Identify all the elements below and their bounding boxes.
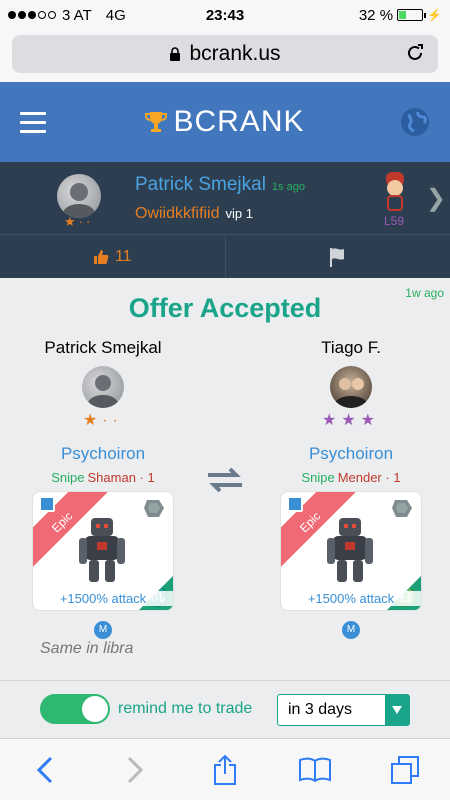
class-label: Mender · 1 xyxy=(337,470,401,485)
thumbs-up-icon xyxy=(93,249,109,264)
url-text: bcrank.us xyxy=(189,42,281,65)
offer-title: Offer Accepted xyxy=(128,293,322,323)
monster-image xyxy=(79,518,125,582)
share-button[interactable] xyxy=(205,750,245,790)
rank-stars: ★·· xyxy=(64,214,94,229)
action-row: 11 xyxy=(0,234,450,278)
monster-name[interactable]: Psychoiron xyxy=(276,444,426,464)
tabs-button[interactable] xyxy=(385,750,425,790)
remind-label: remind me to trade xyxy=(118,700,253,717)
network-type: 4G xyxy=(105,6,126,24)
brand-logo[interactable]: BCRANK xyxy=(0,105,450,139)
player-name[interactable]: Patrick Smejkal xyxy=(28,338,178,358)
monster-name[interactable]: Psychoiron xyxy=(28,444,178,464)
like-count: 11 xyxy=(114,247,132,265)
card-icon xyxy=(39,496,55,512)
activity-user-strip[interactable]: ★·· Patrick Smejkal 1s ago Owiidkkfifiid v… xyxy=(0,162,450,234)
monster-card[interactable]: Epic ♏ +1500% attack xyxy=(32,491,174,611)
avatar[interactable] xyxy=(82,366,124,408)
trophy-icon xyxy=(145,112,168,132)
remind-interval-value: in 3 days xyxy=(288,701,353,718)
monster-class: Snipe Mender · 1 xyxy=(276,470,426,485)
lock-icon xyxy=(170,46,181,61)
offer-panel: 1w ago Offer Accepted Patrick Smejkal ★·… xyxy=(0,278,450,680)
remind-toggle[interactable] xyxy=(40,694,110,724)
monster-image xyxy=(327,518,373,582)
back-button[interactable] xyxy=(25,750,65,790)
reload-icon[interactable] xyxy=(404,42,426,64)
browser-chrome: bcrank.us xyxy=(0,30,450,82)
offer-right-side: Tiago F. ★★★ Psychoiron Snipe Mender · 1 … xyxy=(276,338,426,639)
player-stars: ★★★ xyxy=(321,412,381,429)
carrier-name: 3 AT xyxy=(62,6,92,24)
element-icon xyxy=(144,500,164,517)
charging-icon: ⚡ xyxy=(427,8,442,22)
share-icon xyxy=(214,754,236,785)
remind-row: remind me to trade in 3 days xyxy=(0,680,450,737)
chevron-left-icon xyxy=(37,756,53,783)
player-stars: ★·· xyxy=(83,412,123,429)
attack-bonus: +1500% attack xyxy=(281,591,421,606)
player-name[interactable]: Tiago F. xyxy=(276,338,426,358)
user-name[interactable]: Patrick Smejkal 1s ago xyxy=(135,174,305,196)
monster-card[interactable]: Epic ♎ +1500% attack xyxy=(280,491,422,611)
swap-icon xyxy=(208,467,242,493)
user-name-text: Patrick Smejkal xyxy=(135,174,266,195)
chevron-right-icon xyxy=(127,756,143,783)
address-bar[interactable]: bcrank.us xyxy=(12,35,438,73)
browser-toolbar xyxy=(0,738,450,800)
status-bar: 3 AT 4G 23:43 32 % ⚡ xyxy=(0,0,450,30)
snipe-label: Snipe xyxy=(51,470,85,485)
report-button[interactable] xyxy=(224,235,450,278)
menu-icon[interactable] xyxy=(20,111,46,133)
chevron-right-icon[interactable]: ❯ xyxy=(426,184,446,213)
tabs-icon xyxy=(391,755,419,784)
carrier-info: 3 AT 4G xyxy=(8,7,126,24)
remind-interval-select[interactable]: in 3 days xyxy=(277,694,410,726)
bookmarks-button[interactable] xyxy=(295,750,335,790)
attack-bonus: +1500% attack xyxy=(33,591,173,606)
flag-icon xyxy=(329,247,344,267)
avatar[interactable] xyxy=(330,366,372,408)
battery-icon xyxy=(397,9,427,21)
like-button[interactable]: 11 xyxy=(0,235,225,278)
player-level: L59 xyxy=(384,214,405,228)
monster-badge: M xyxy=(94,621,112,639)
app-header: BCRANK xyxy=(0,82,450,162)
element-icon xyxy=(392,500,412,517)
time-ago: 1s ago xyxy=(271,181,305,193)
offer-note: Same in libra xyxy=(40,640,134,657)
signal-icon xyxy=(8,11,56,19)
character-icon xyxy=(386,172,404,211)
avatar[interactable] xyxy=(57,174,101,218)
game-name-text: Owiidkkfifiid xyxy=(135,205,220,222)
monster-badge: M xyxy=(342,621,360,639)
globe-icon[interactable] xyxy=(400,107,430,137)
vip-badge: vip 1 xyxy=(225,206,253,221)
card-icon xyxy=(287,496,303,512)
game-name: Owiidkkfifiid vip 1 xyxy=(135,205,253,223)
brand-name: BCRANK xyxy=(173,105,305,138)
class-label: Shaman · 1 xyxy=(87,470,155,485)
monster-class: Snipe Shaman · 1 xyxy=(28,470,178,485)
dropdown-arrow-icon xyxy=(385,695,409,725)
snipe-label: Snipe xyxy=(301,470,335,485)
battery-info: 32 % ⚡ xyxy=(359,7,442,24)
forward-button[interactable] xyxy=(115,750,155,790)
book-icon xyxy=(299,757,331,782)
battery-percent: 32 % xyxy=(358,6,394,24)
offer-left-side: Patrick Smejkal ★·· Psychoiron Snipe Sham… xyxy=(28,338,178,639)
